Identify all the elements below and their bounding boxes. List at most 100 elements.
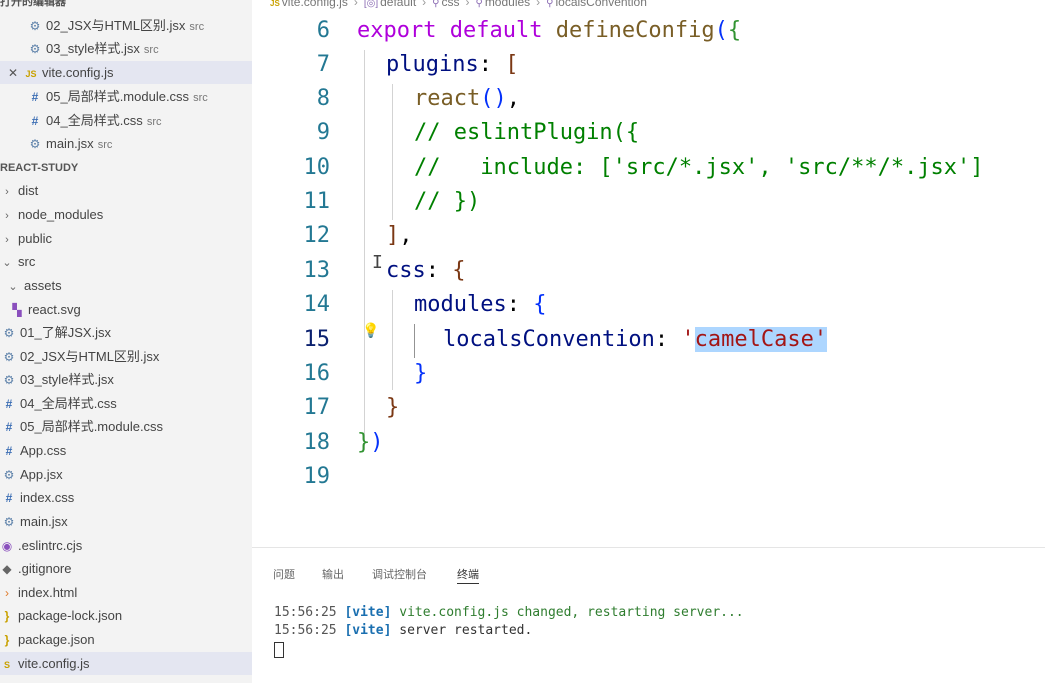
git-icon: ◆ <box>2 562 12 576</box>
tree-label: package-lock.json <box>18 608 123 623</box>
project-header[interactable]: REACT-STUDY <box>0 160 78 176</box>
tree-file[interactable]: #04_全局样式.css <box>0 392 252 415</box>
tree-file-active[interactable]: Svite.config.js <box>0 652 252 675</box>
breadcrumb-item[interactable]: vite.config.js <box>282 0 348 9</box>
json-file-icon: } <box>4 633 10 647</box>
property-icon: ⚲ <box>546 0 554 9</box>
tree-label: App.css <box>20 443 67 458</box>
tree-label: assets <box>24 278 62 293</box>
open-editor-item[interactable]: ⚙ 03_style样式.jsx src <box>0 37 252 60</box>
tree-file[interactable]: ▚ react.svg <box>0 298 252 321</box>
open-editor-desc: src <box>143 44 159 56</box>
tree-file[interactable]: ◆ .gitignore <box>0 557 252 580</box>
module-icon: [◎] <box>363 0 379 9</box>
terminal-line: 15:56:25 [vite] vite.config.js changed, … <box>274 604 744 622</box>
chevron-down-icon: ⌄ <box>2 257 12 269</box>
tree-folder[interactable]: › node_modules <box>0 203 252 226</box>
line-number: 11 <box>303 189 331 214</box>
open-editor-item[interactable]: #04_全局样式.css src <box>0 109 252 132</box>
open-editors-header[interactable]: 打开的编辑器 <box>0 0 66 10</box>
breadcrumb-item[interactable]: localsConvention <box>556 0 647 9</box>
code-token: css <box>386 258 426 283</box>
tree-folder[interactable]: › dist <box>0 179 252 202</box>
tree-file[interactable]: ◉ .eslintrc.cjs <box>0 534 252 557</box>
terminal-line: 15:56:25 [vite] server restarted. <box>274 622 532 640</box>
tree-label: public <box>18 231 52 246</box>
hash-icon: # <box>31 114 39 128</box>
tab-output[interactable]: 输出 <box>322 567 344 583</box>
code-line[interactable]: plugins: [ <box>386 48 518 82</box>
breadcrumb-item[interactable]: modules <box>485 0 530 9</box>
open-editor-item-active[interactable]: ✕ JS vite.config.js <box>0 61 252 84</box>
tree-file[interactable]: ⚙ 02_JSX与HTML区别.jsx <box>0 345 252 368</box>
code-line[interactable]: // eslintPlugin({ <box>414 116 639 150</box>
code-token: : <box>506 292 534 317</box>
code-line[interactable]: // }) <box>414 185 480 219</box>
gear-icon: ⚙ <box>3 373 15 387</box>
open-editor-desc: src <box>189 21 205 33</box>
terminal-message: server restarted. <box>399 623 533 638</box>
tab-terminal[interactable]: 终端 <box>457 567 479 584</box>
code-token: ( <box>714 18 728 43</box>
gear-icon: ⚙ <box>29 42 41 56</box>
code-line[interactable]: export default defineConfig({ <box>357 14 741 48</box>
terminal-message: vite.config.js changed, restarting serve… <box>399 605 744 620</box>
tree-file[interactable]: # App.css <box>0 439 252 462</box>
code-token: } <box>386 395 400 420</box>
code-line[interactable]: css: { <box>386 254 466 288</box>
code-line[interactable]: ], <box>386 219 413 253</box>
code-token: } <box>414 361 428 386</box>
tree-file[interactable]: ⚙ 03_style样式.jsx <box>0 368 252 391</box>
code-line[interactable]: react(), <box>414 82 520 116</box>
code-editor[interactable]: 6 7 8 9 10 11 12 13 14 15 16 17 18 19 ex… <box>252 12 1045 547</box>
code-line[interactable]: } <box>386 391 399 425</box>
code-line-current[interactable]: localsConvention: 'camelCase' <box>443 323 828 357</box>
code-token: ) <box>370 430 384 455</box>
selected-text[interactable]: camelCase <box>694 327 814 352</box>
breadcrumb-item[interactable]: default <box>380 0 416 9</box>
chevron-right-icon: › <box>422 0 427 9</box>
gear-icon: ⚙ <box>29 19 41 33</box>
code-line[interactable]: } <box>414 357 427 391</box>
tree-file[interactable]: # index.css <box>0 486 252 509</box>
tab-debug-console[interactable]: 调试控制台 <box>372 567 427 583</box>
open-editor-item[interactable]: ⚙ 02_JSX与HTML区别.jsx src <box>0 14 252 37</box>
chevron-down-icon: ⌄ <box>8 281 18 293</box>
tree-file[interactable]: #05_局部样式.module.css <box>0 415 252 438</box>
tree-file[interactable]: ⚙ main.jsx <box>0 510 252 533</box>
tree-label: src <box>18 254 36 269</box>
tree-file[interactable]: } package-lock.json <box>0 604 252 627</box>
terminal-cursor[interactable] <box>274 642 284 658</box>
tree-folder[interactable]: › public <box>0 227 252 250</box>
code-line[interactable]: modules: { <box>414 288 546 322</box>
tree-file[interactable]: } package.json <box>0 628 252 651</box>
terminal-time: 15:56:25 <box>274 605 337 620</box>
tree-folder[interactable]: ⌄ src <box>0 250 252 273</box>
code-token: export <box>357 18 437 43</box>
tree-file[interactable]: ⚙ 01_了解JSX.jsx <box>0 321 252 344</box>
gear-icon: ⚙ <box>3 350 15 364</box>
code-line[interactable]: // include: ['src/*.jsx', 'src/**/*.jsx'… <box>414 151 984 185</box>
code-line[interactable]: }) <box>357 426 384 460</box>
tree-file[interactable]: ⚙ App.jsx <box>0 463 252 486</box>
line-number: 12 <box>303 223 331 248</box>
tab-problems[interactable]: 问题 <box>273 567 295 583</box>
line-number: 7 <box>316 52 330 77</box>
js-file-icon: S <box>3 660 10 670</box>
eslint-icon: ◉ <box>1 539 13 553</box>
open-editor-item[interactable]: #05_局部样式.module.css src <box>0 85 252 108</box>
close-icon[interactable]: ✕ <box>6 62 20 85</box>
line-number-current: 15 <box>303 327 331 352</box>
hash-icon: # <box>5 444 13 458</box>
explorer-sidebar: 打开的编辑器 ⚙ 02_JSX与HTML区别.jsx src ⚙ 03_style样式… <box>0 0 252 683</box>
tree-label: .eslintrc.cjs <box>18 538 83 553</box>
line-number: 10 <box>303 155 331 180</box>
code-token: default <box>449 18 543 43</box>
lightbulb-icon[interactable]: 💡 <box>362 322 379 339</box>
hash-icon: # <box>31 90 39 104</box>
open-editor-item[interactable]: ⚙ main.jsx src <box>0 132 252 155</box>
tree-folder[interactable]: ⌄ assets <box>0 274 252 297</box>
breadcrumb-item[interactable]: css <box>441 0 459 9</box>
tree-file[interactable]: › index.html <box>0 581 252 604</box>
code-token: ' <box>681 327 695 352</box>
